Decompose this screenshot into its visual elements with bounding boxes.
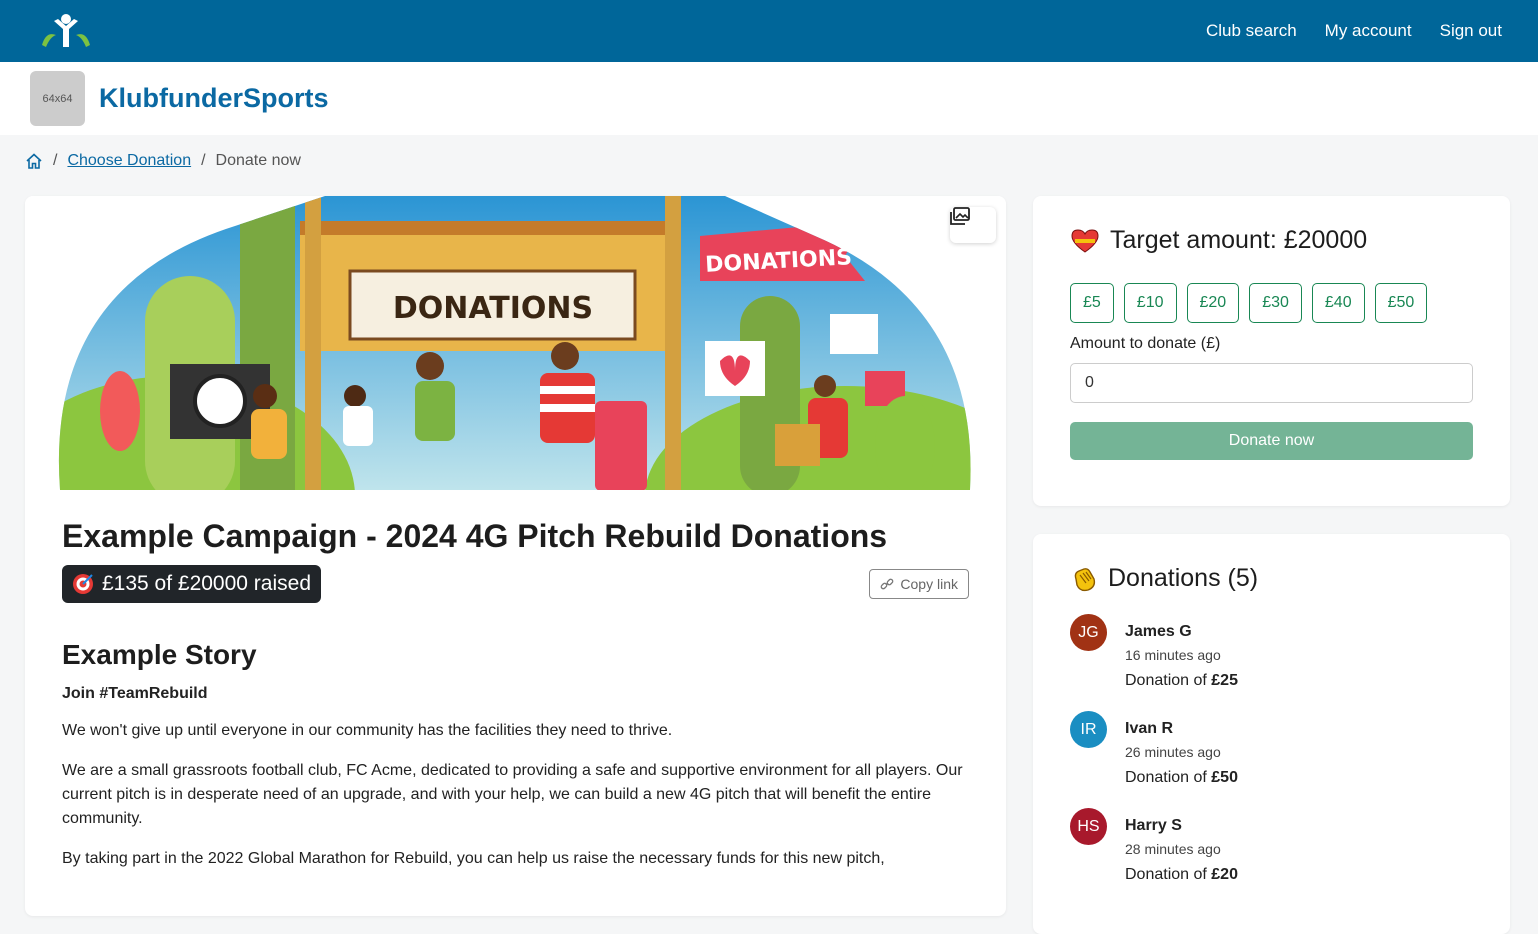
campaign-hero-image: DONATIONS DONATIONS: [25, 196, 1006, 490]
story-paragraph: We won't give up until everyone in our c…: [62, 722, 673, 739]
club-name[interactable]: KlubfunderSports: [99, 83, 329, 114]
donate-now-button[interactable]: Donate now: [1070, 422, 1473, 460]
donations-title: Donations (5): [1108, 564, 1259, 592]
link-icon: [881, 578, 894, 590]
campaign-content: Example Campaign - 2024 4G Pitch Rebuild…: [25, 490, 1006, 899]
donor-name: Ivan R: [1125, 720, 1174, 737]
donation-value: £20: [1211, 866, 1238, 883]
donor-avatar: IR: [1070, 711, 1107, 748]
story-paragraph: By taking part in the 2022 Global Marath…: [62, 850, 885, 867]
donations-card: Donations (5) JG James G 16 minutes ago …: [1033, 534, 1510, 934]
amount-chip-50[interactable]: £50: [1374, 283, 1428, 323]
donate-card: Target amount: £20000 £5 £10 £20 £30 £40…: [1033, 196, 1510, 506]
campaign-card: DONATIONS DONATIONS Example Campaign - 2…: [25, 196, 1006, 916]
donation-item: IR Ivan R 26 minutes ago Donation of £50: [1070, 711, 1473, 787]
donations-banner-text: DONATIONS: [393, 291, 593, 326]
donation-value: £50: [1211, 769, 1238, 786]
story-title: Example Story: [62, 639, 257, 670]
donation-prefix: Donation of: [1125, 866, 1212, 883]
donations-illustration: DONATIONS DONATIONS: [58, 196, 971, 490]
donation-time: 16 minutes ago: [1125, 647, 1221, 663]
raise-row: £135 of £20000 raised Copy link: [62, 565, 969, 603]
copy-link-button[interactable]: Copy link: [869, 569, 969, 599]
nav-sign-out[interactable]: Sign out: [1440, 21, 1502, 41]
nav-links: Club search My account Sign out: [1206, 21, 1502, 41]
story-subtitle: Join #TeamRebuild: [62, 685, 208, 702]
breadcrumb-separator: /: [53, 152, 58, 169]
donation-time: 28 minutes ago: [1125, 841, 1221, 857]
donation-item: HS Harry S 28 minutes ago Donation of £2…: [1070, 808, 1473, 884]
donation-prefix: Donation of: [1125, 672, 1212, 689]
heart-icon: [1071, 228, 1099, 253]
amount-chip-5[interactable]: £5: [1070, 283, 1114, 323]
amount-label: Amount to donate (£): [1070, 335, 1221, 352]
raised-text: £135 of £20000 raised: [102, 572, 312, 595]
donation-item: JG James G 16 minutes ago Donation of £2…: [1070, 614, 1473, 690]
nav-club-search[interactable]: Club search: [1206, 21, 1297, 41]
donation-value: £25: [1211, 672, 1238, 689]
donation-time: 26 minutes ago: [1125, 744, 1221, 760]
clapping-hands-icon: [1074, 567, 1096, 591]
home-icon[interactable]: [25, 152, 43, 170]
amount-input[interactable]: [1070, 363, 1473, 403]
breadcrumb-choose-donation[interactable]: Choose Donation: [67, 152, 191, 170]
top-navbar: Club search My account Sign out: [0, 0, 1538, 62]
klubfunder-logo[interactable]: [36, 11, 96, 51]
target-icon: [73, 574, 93, 594]
amount-chip-20[interactable]: £20: [1186, 283, 1240, 323]
amount-chip-10[interactable]: £10: [1123, 283, 1177, 323]
club-brand-bar: 64x64 KlubfunderSports: [0, 62, 1538, 135]
breadcrumb-separator: /: [201, 152, 206, 169]
breadcrumb-current: Donate now: [215, 152, 301, 169]
donor-avatar: HS: [1070, 808, 1107, 845]
target-heading: Target amount: £20000: [1070, 226, 1473, 255]
donation-prefix: Donation of: [1125, 769, 1212, 786]
campaign-title: Example Campaign - 2024 4G Pitch Rebuild…: [62, 518, 888, 554]
preset-amounts: £5 £10 £20 £30 £40 £50: [1070, 283, 1473, 323]
story-paragraph: We are a small grassroots football club,…: [62, 762, 963, 827]
raised-badge: £135 of £20000 raised: [62, 565, 322, 603]
copy-link-label: Copy link: [900, 576, 958, 592]
gallery-button[interactable]: [950, 207, 996, 243]
breadcrumb: / Choose Donation / Donate now: [25, 152, 301, 170]
donor-name: Harry S: [1125, 817, 1182, 834]
nav-my-account[interactable]: My account: [1325, 21, 1412, 41]
amount-chip-30[interactable]: £30: [1249, 283, 1302, 323]
donation-amount: Donation of £20: [1125, 866, 1238, 884]
donations-heading: Donations (5): [1070, 564, 1473, 593]
amount-chip-40[interactable]: £40: [1311, 283, 1365, 323]
images-icon: [950, 207, 970, 225]
donor-name: James G: [1125, 623, 1192, 640]
target-amount-title: Target amount: £20000: [1110, 226, 1368, 254]
club-logo-placeholder: 64x64: [30, 71, 85, 126]
donor-avatar: JG: [1070, 614, 1107, 651]
donation-amount: Donation of £25: [1125, 672, 1238, 690]
donation-amount: Donation of £50: [1125, 769, 1238, 787]
